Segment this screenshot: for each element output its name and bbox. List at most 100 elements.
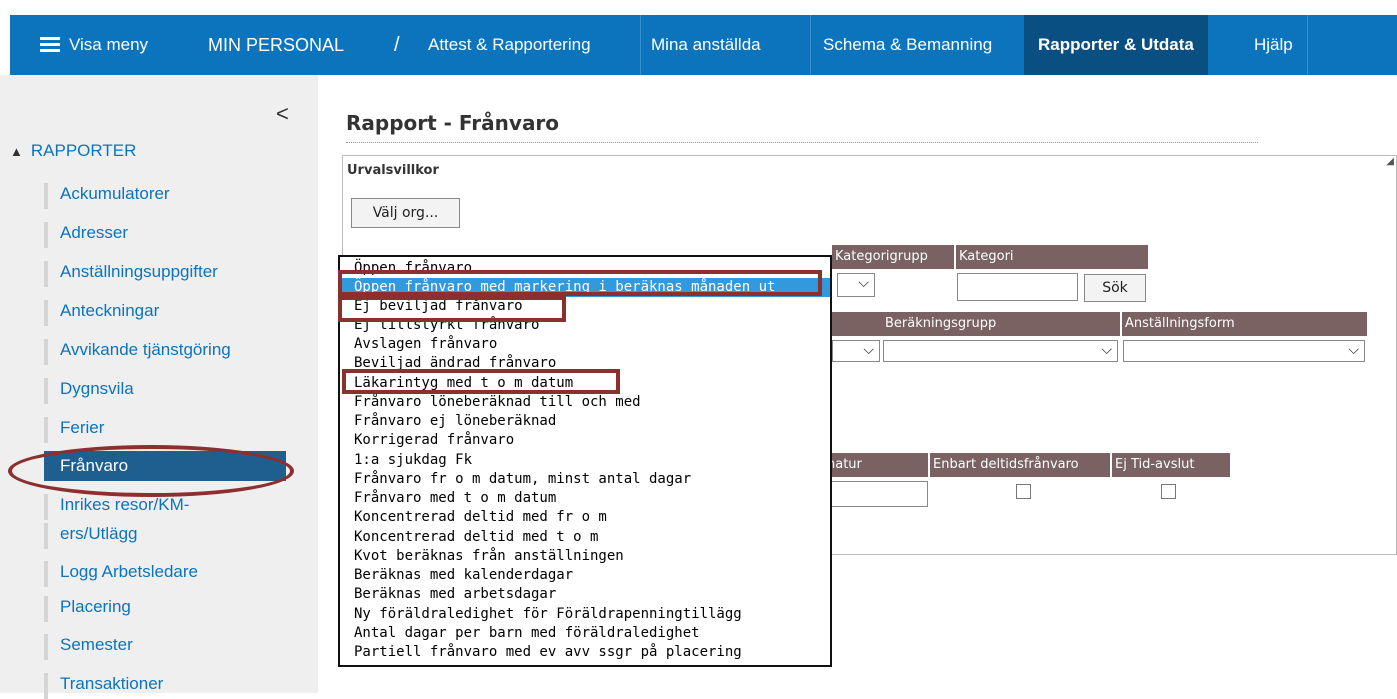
hamburger-menu-icon[interactable] <box>40 37 60 52</box>
partial-select[interactable]: ⌵ <box>832 340 880 362</box>
item-bar <box>44 673 48 699</box>
dropdown-option[interactable]: Kvot beräknas från anställningen <box>354 547 624 566</box>
header-deltid: Enbart deltidsfrånvaro <box>930 453 1110 477</box>
chevron-down-icon: ⌵ <box>863 342 874 358</box>
dropdown-option[interactable]: Frånvaro med t o m datum <box>354 489 556 508</box>
item-bar <box>44 634 48 660</box>
dropdown-option[interactable]: Antal dagar per barn med föräldraledighe… <box>354 624 700 643</box>
sidebar-item-label: Logg Arbetsledare <box>60 562 198 581</box>
item-bar <box>44 494 48 520</box>
page-title: Rapport - Frånvaro <box>346 111 560 135</box>
header-berakningsgrupp: Beräkningsgrupp <box>882 312 1120 336</box>
anstallningsform-select[interactable]: ⌵ <box>1123 340 1365 362</box>
sidebar-item-label: Anteckningar <box>60 301 160 320</box>
dropdown-option[interactable]: Beräknas med arbetsdagar <box>354 585 556 604</box>
item-bar <box>44 339 48 365</box>
kategorigrupp-select[interactable]: ⌵ <box>837 273 875 297</box>
header-anstallningsform: Anställningsform <box>1122 312 1367 336</box>
nav-divider <box>810 15 811 75</box>
nav-schema-bemanning[interactable]: Schema & Bemanning <box>823 15 992 75</box>
item-bar <box>44 523 48 549</box>
choose-org-button[interactable]: Välj org... <box>351 198 460 228</box>
dropdown-option[interactable]: Frånvaro ej löneberäknad <box>354 412 556 431</box>
sidebar: < ▲ RAPPORTER Ackumulatorer Adresser Anst… <box>0 75 318 699</box>
sidebar-item-label: Transaktioner <box>60 674 164 693</box>
header-kategorigrupp: Kategorigrupp <box>832 245 954 269</box>
header-ej-tid-avslut: Ej Tid-avslut <box>1112 453 1230 477</box>
sidebar-item-adresser[interactable]: Adresser <box>44 218 286 248</box>
sidebar-item-label: Semester <box>60 635 133 654</box>
ej-tid-avslut-checkbox[interactable] <box>1161 484 1176 499</box>
show-menu-button[interactable]: Visa meny <box>69 15 148 75</box>
sidebar-item-label: Ackumulatorer <box>60 184 170 203</box>
dropdown-option[interactable]: Avslagen frånvaro <box>354 335 497 354</box>
item-bar <box>44 183 48 209</box>
nav-divider <box>640 15 641 75</box>
item-bar <box>44 596 48 622</box>
item-bar <box>44 261 48 287</box>
dropdown-option[interactable]: Koncentrerad deltid med t o m <box>354 528 598 547</box>
nav-attest-rapportering[interactable]: Attest & Rapportering <box>428 15 591 75</box>
annotation-oval <box>8 445 294 497</box>
dropdown-option[interactable]: Korrigerad frånvaro <box>354 431 514 450</box>
sidebar-item-semester[interactable]: Semester <box>44 630 286 660</box>
chevron-up-icon: ▲ <box>10 144 23 159</box>
sidebar-item-anteckningar[interactable]: Anteckningar <box>44 296 286 326</box>
section-rapporter[interactable]: ▲ RAPPORTER <box>10 141 136 161</box>
chevron-down-icon: ⌵ <box>858 275 869 291</box>
chevron-down-icon: ⌵ <box>1348 342 1359 358</box>
dropdown-option[interactable]: Partiell frånvaro med ev avv ssgr på pla… <box>354 643 742 662</box>
collapse-sidebar-icon[interactable]: < <box>276 101 289 127</box>
sidebar-item-label: Anställningsuppgifter <box>60 262 218 281</box>
item-bar <box>44 561 48 587</box>
search-button[interactable]: Sök <box>1084 274 1146 302</box>
sidebar-item-transaktioner[interactable]: Transaktioner <box>44 669 286 699</box>
sidebar-item-inrikes-resor-cont[interactable]: ers/Utlägg <box>44 519 286 549</box>
annotation-box-not-granted <box>338 296 566 322</box>
dropdown-option[interactable]: Ny föräldraledighet för Föräldrapenningt… <box>354 605 742 624</box>
sidebar-item-ackumulatorer[interactable]: Ackumulatorer <box>44 179 286 209</box>
berakningsgrupp-select[interactable]: ⌵ <box>883 340 1118 362</box>
sidebar-item-anstallningsuppgifter[interactable]: Anställningsuppgifter <box>44 257 286 287</box>
nav-rapporter-utdata[interactable]: Rapporter & Utdata <box>1024 15 1208 75</box>
natur-input[interactable] <box>828 481 928 507</box>
section-title: RAPPORTER <box>30 141 137 160</box>
top-margin <box>0 0 1397 15</box>
item-bar <box>44 378 48 404</box>
sidebar-item-logg-arbetsledare[interactable]: Logg Arbetsledare <box>44 557 286 587</box>
sidebar-item-label: Placering <box>60 597 131 616</box>
kategori-input[interactable] <box>957 273 1078 301</box>
chevron-down-icon: ⌵ <box>1101 342 1112 358</box>
item-bar <box>44 300 48 326</box>
annotation-box-medical-cert <box>342 369 620 394</box>
sidebar-item-label: Dygnsvila <box>60 379 134 398</box>
header-kategori: Kategori <box>956 245 1148 269</box>
sidebar-item-placering[interactable]: Placering <box>44 592 286 622</box>
dropdown-option[interactable]: 1:a sjukdag Fk <box>354 451 472 470</box>
header-natur: natur <box>824 453 928 477</box>
sidebar-item-label: Avvikande tjänstgöring <box>60 340 231 359</box>
header-blank <box>824 312 882 336</box>
nav-hjalp[interactable]: Hjälp <box>1254 15 1293 75</box>
panel-title: Urvalsvillkor <box>347 163 439 178</box>
dropdown-option[interactable]: Frånvaro fr o m datum, minst antal dagar <box>354 470 691 489</box>
sidebar-item-label: ers/Utlägg <box>60 524 138 543</box>
dropdown-option[interactable]: Koncentrerad deltid med fr o m <box>354 508 607 527</box>
deltid-checkbox[interactable] <box>1016 484 1031 499</box>
dropdown-option[interactable]: Frånvaro löneberäknad till och med <box>354 393 641 412</box>
annotation-box-open-absence <box>338 270 822 296</box>
item-bar <box>44 222 48 248</box>
sidebar-item-dygnsvila[interactable]: Dygnsvila <box>44 374 286 404</box>
nav-divider <box>1307 15 1308 75</box>
top-navigation-bar: Visa meny MIN PERSONAL / Attest & Rappor… <box>10 15 1397 75</box>
sidebar-item-avvikande-tjanstgoring[interactable]: Avvikande tjänstgöring <box>44 335 286 365</box>
app-brand[interactable]: MIN PERSONAL <box>208 15 344 75</box>
brand-separator: / <box>394 34 400 56</box>
nav-mina-anstallda[interactable]: Mina anställda <box>651 15 761 75</box>
sidebar-item-ferier[interactable]: Ferier <box>44 413 286 443</box>
title-underline <box>346 142 1258 143</box>
dropdown-option[interactable]: Beräknas med kalenderdagar <box>354 566 573 585</box>
item-bar <box>44 417 48 443</box>
sidebar-item-label: Adresser <box>60 223 129 242</box>
panel-corner-icon: ◢ <box>1386 156 1394 167</box>
